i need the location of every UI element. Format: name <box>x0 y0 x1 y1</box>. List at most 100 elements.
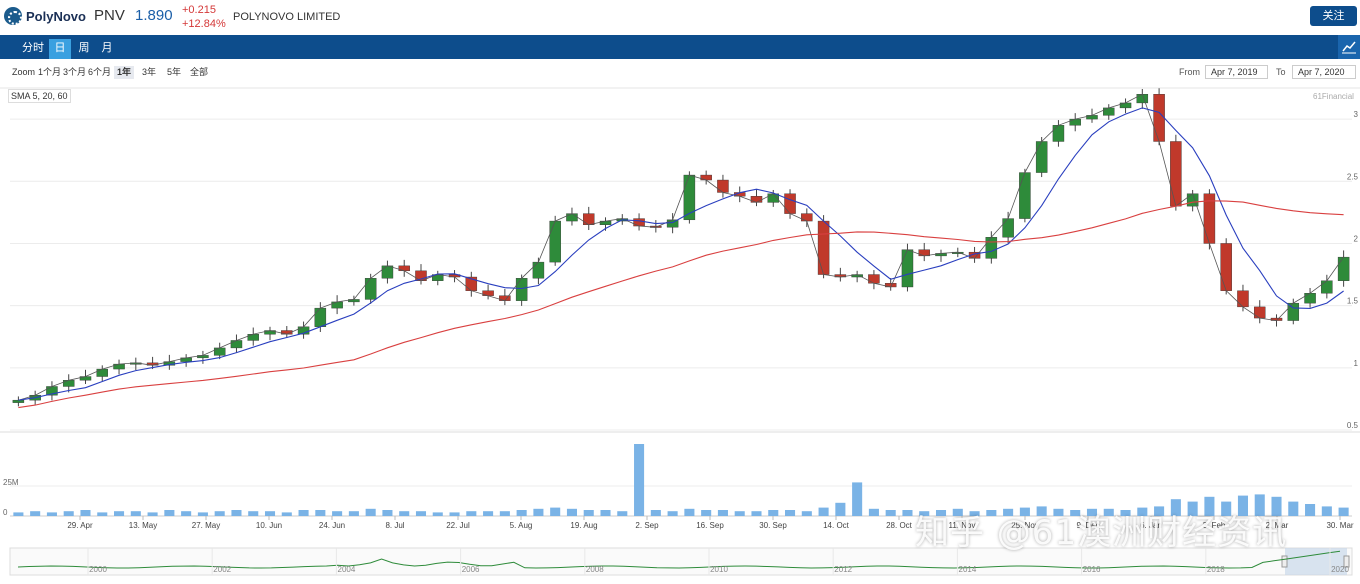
volume-bar <box>885 510 896 516</box>
candle-body <box>1019 172 1031 219</box>
navigator-tick-label: 2012 <box>834 565 852 574</box>
volume-bar <box>483 511 494 516</box>
candle-body <box>901 249 914 288</box>
candle-body <box>213 347 226 356</box>
volume-bar <box>868 508 879 516</box>
volume-bar <box>1338 507 1349 516</box>
volume-bar <box>231 510 242 516</box>
candle-body <box>1002 218 1014 238</box>
volume-bar <box>432 512 443 516</box>
x-tick-label: 14. Oct <box>823 521 850 530</box>
volume-bar <box>365 508 376 516</box>
navigator-tick-label: 2010 <box>710 565 728 574</box>
price-tick-label: 0.5 <box>1347 421 1359 430</box>
x-tick-label: 28. Oct <box>886 521 913 530</box>
volume-bar <box>801 511 812 516</box>
navigator-tick-label: 2000 <box>89 565 107 574</box>
sma-line-20 <box>18 107 1344 401</box>
x-tick-label: 10. Jun <box>256 521 282 530</box>
candle-body <box>700 174 712 181</box>
volume-bar <box>701 510 712 516</box>
candle-body <box>784 193 796 214</box>
volume-bar <box>751 511 762 516</box>
volume-bar <box>130 511 141 516</box>
volume-bar <box>315 510 326 516</box>
x-tick-label: 16. Sep <box>696 521 724 530</box>
x-tick-label: 8. Jul <box>385 521 404 530</box>
volume-bar <box>734 511 745 516</box>
volume-bar <box>1288 501 1299 516</box>
candle-body <box>817 220 830 275</box>
price-tick-label: 1.5 <box>1347 297 1359 306</box>
candle-body <box>314 307 327 327</box>
volume-tick-label: 0 <box>3 508 8 517</box>
volume-bar <box>835 502 846 516</box>
volume-bar <box>63 511 74 516</box>
volume-bar <box>348 511 359 516</box>
candle-body <box>583 213 595 225</box>
candle-body <box>1337 256 1350 281</box>
volume-bar <box>281 512 292 516</box>
volume-bar <box>852 482 863 516</box>
candle-body <box>96 368 108 377</box>
navigator-tick-label: 2004 <box>338 565 356 574</box>
x-tick-label: 30. Sep <box>759 521 787 530</box>
candle-body <box>1035 141 1048 173</box>
volume-bar <box>516 510 527 516</box>
volume-bar <box>214 511 225 516</box>
candle-body <box>247 334 259 341</box>
volume-bar <box>399 511 410 516</box>
volume-bar <box>298 510 309 516</box>
candle-body <box>1052 125 1065 142</box>
candle-body <box>1237 290 1249 308</box>
volume-bar <box>97 512 108 516</box>
volume-bar <box>667 511 678 516</box>
candle-body <box>1103 107 1115 116</box>
sma-line-60 <box>18 200 1344 409</box>
volume-bar <box>600 510 611 516</box>
volume-bar <box>466 511 477 516</box>
navigator-tick-label: 2018 <box>1207 565 1225 574</box>
chart-credit: 61Financial <box>1313 92 1354 101</box>
volume-bar <box>634 444 645 516</box>
candle-body <box>1069 118 1081 126</box>
candle-body <box>1136 94 1149 104</box>
candle-body <box>230 340 243 349</box>
volume-bar <box>449 512 460 516</box>
candle-body <box>633 218 645 227</box>
price-tick-label: 3 <box>1354 110 1359 119</box>
volume-bar <box>550 507 561 516</box>
candle-body <box>566 213 578 222</box>
volume-bar <box>533 508 544 516</box>
volume-bar <box>499 511 510 516</box>
volume-tick-label: 25M <box>3 478 19 487</box>
volume-bar <box>684 508 695 516</box>
candle-body <box>1153 94 1165 142</box>
volume-bar <box>30 511 41 516</box>
price-tick-label: 2.5 <box>1347 172 1359 181</box>
candle-body <box>801 213 813 222</box>
candle-body <box>12 399 25 403</box>
volume-bar <box>147 512 158 516</box>
candle-body <box>331 301 343 309</box>
x-tick-label: 22. Jul <box>446 521 470 530</box>
candle-body <box>1220 243 1232 291</box>
volume-bar <box>164 510 175 516</box>
indicator-legend[interactable]: SMA 5, 20, 60 <box>8 89 71 103</box>
volume-bar <box>114 511 125 516</box>
volume-bar <box>415 511 427 516</box>
x-tick-label: 13. May <box>129 521 157 530</box>
x-tick-label: 30. Mar <box>1326 521 1353 530</box>
price-tick-label: 2 <box>1354 234 1359 243</box>
volume-bar <box>332 511 343 516</box>
x-tick-label: 29. Apr <box>67 521 93 530</box>
volume-bar <box>197 512 208 516</box>
volume-bar <box>181 511 192 516</box>
volume-bar <box>785 510 796 516</box>
volume-bar <box>1321 506 1332 516</box>
volume-bar <box>46 512 57 516</box>
candle-body <box>1170 141 1182 207</box>
navigator-tick-label: 2020 <box>1331 565 1349 574</box>
navigator-tick-label: 2014 <box>959 565 977 574</box>
navigator-left-handle <box>1281 555 1288 568</box>
